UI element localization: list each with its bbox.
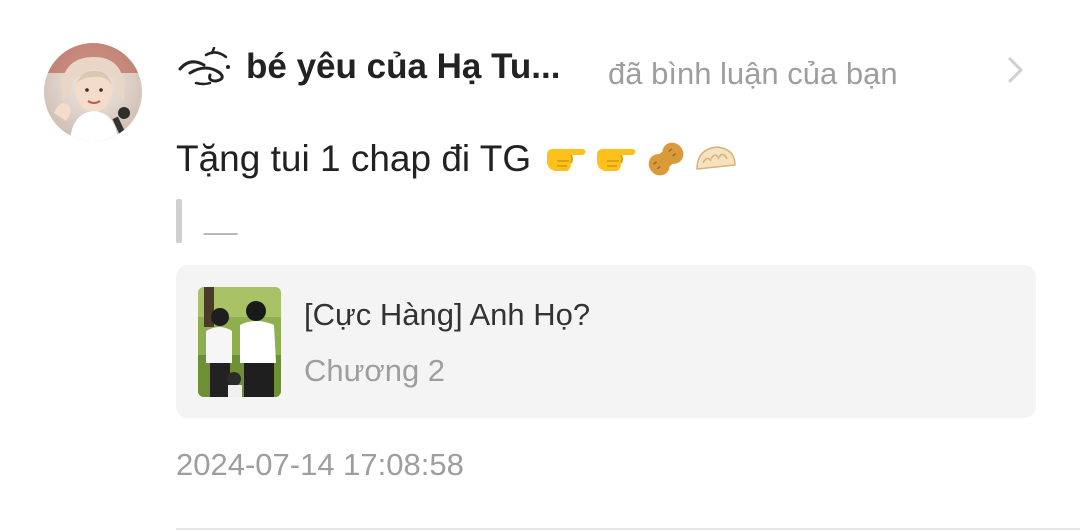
swirl-decoration-icon [178, 47, 230, 86]
story-card[interactable]: [Cực Hàng] Anh Họ? Chương 2 [176, 265, 1036, 418]
notification-header: bé yêu của Hạ Tu... [176, 44, 560, 90]
story-title: [Cực Hàng] Anh Họ? [304, 297, 591, 332]
comment-text: Tặng tui 1 chap đi TG [176, 138, 532, 179]
dumpling-emoji-icon [696, 146, 736, 170]
comment-notification[interactable]: bé yêu của Hạ Tu... đã bình luận của bạn… [0, 0, 1080, 531]
divider [176, 528, 1080, 530]
story-cover-image [198, 287, 281, 397]
chevron-right-icon[interactable] [1000, 55, 1030, 85]
avatar-photo [44, 43, 142, 141]
pointing-right-emoji-icon [547, 149, 586, 171]
emoji-row [543, 139, 743, 179]
peanut-emoji-icon [648, 142, 684, 176]
pointing-right-emoji-icon [597, 149, 636, 171]
user-avatar[interactable] [44, 43, 142, 141]
comment-body: Tặng tui 1 chap đi TG [176, 136, 743, 182]
chapter-label: Chương 2 [304, 353, 446, 388]
story-cover-thumbnail [198, 287, 281, 397]
action-text: đã bình luận của bạn [608, 56, 898, 91]
timestamp: 2024-07-14 17:08:58 [176, 447, 464, 482]
quote-bar [176, 199, 182, 243]
username[interactable]: bé yêu của Hạ Tu... [246, 47, 560, 87]
quoted-comment: __ [204, 203, 238, 236]
